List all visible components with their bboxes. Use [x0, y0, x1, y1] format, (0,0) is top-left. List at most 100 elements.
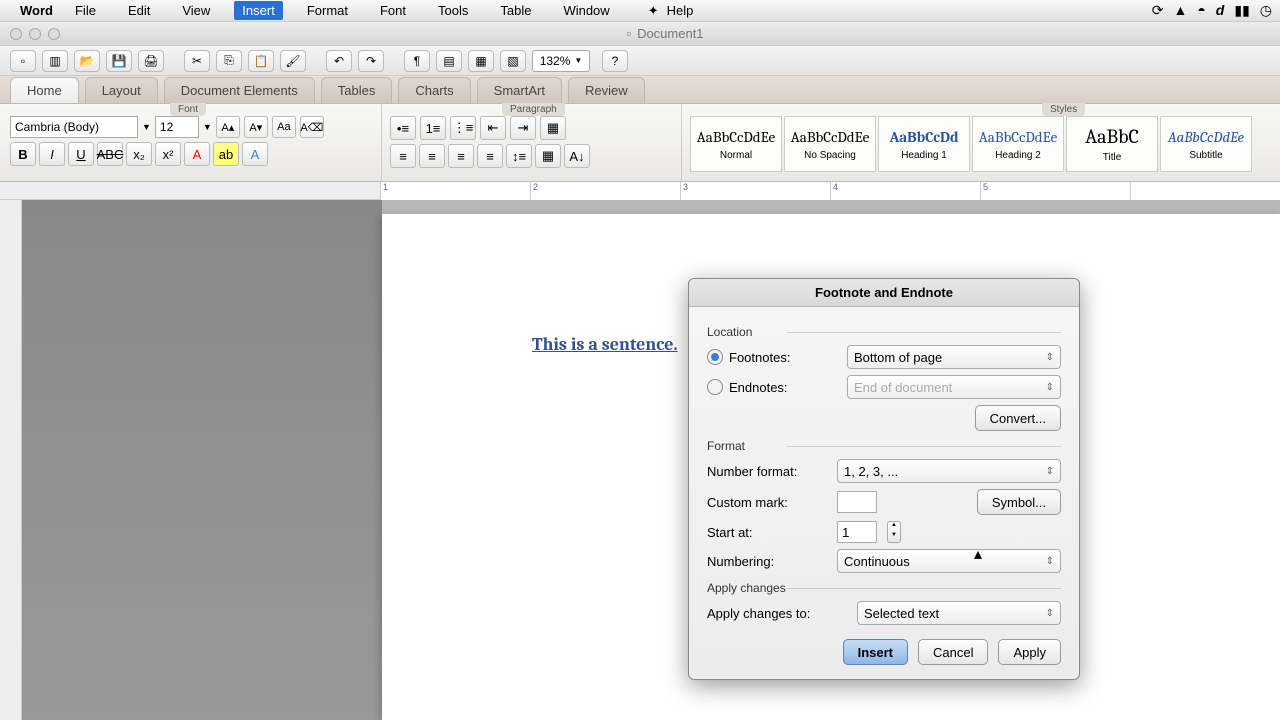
document-text[interactable]: This is a sentence.	[532, 334, 677, 355]
style-heading-1[interactable]: AaBbCcDdHeading 1	[878, 116, 970, 172]
change-case-button[interactable]: Aa	[272, 116, 296, 138]
print-button[interactable]: 🖨	[138, 50, 164, 72]
d-icon[interactable]: d	[1216, 2, 1225, 19]
subscript-button[interactable]: x₂	[126, 142, 152, 166]
save-button[interactable]: 💾	[106, 50, 132, 72]
footnotes-location-select[interactable]: Bottom of page⇕	[847, 345, 1061, 369]
borders-button[interactable]: ▦	[540, 116, 566, 140]
format-painter-button[interactable]: 🖌	[280, 50, 306, 72]
shading-button[interactable]: ▦	[535, 144, 561, 168]
tab-tables[interactable]: Tables	[321, 77, 393, 103]
sidebar-button[interactable]: ▤	[436, 50, 462, 72]
style-title[interactable]: AaBbCTitle	[1066, 116, 1158, 172]
decrease-indent-button[interactable]: ⇤	[480, 116, 506, 140]
sync-icon[interactable]: ⟳	[1152, 2, 1164, 19]
bold-button[interactable]: B	[10, 142, 36, 166]
symbol-button[interactable]: Symbol...	[977, 489, 1061, 515]
menu-window[interactable]: Window	[555, 1, 617, 20]
sort-button[interactable]: A↓	[564, 144, 590, 168]
tab-layout[interactable]: Layout	[85, 77, 158, 103]
justify-button[interactable]: ≡	[477, 144, 503, 168]
font-name-select[interactable]	[10, 116, 138, 138]
cancel-button[interactable]: Cancel	[918, 639, 988, 665]
superscript-button[interactable]: x²	[155, 142, 181, 166]
battery-icon[interactable]: ▮▮	[1234, 2, 1249, 19]
menu-file[interactable]: File	[67, 1, 104, 20]
section-format: Format	[707, 439, 1061, 453]
grow-font-button[interactable]: A▴	[216, 116, 240, 138]
endnotes-location-select[interactable]: End of document⇕	[847, 375, 1061, 399]
menu-edit[interactable]: Edit	[120, 1, 158, 20]
open-button[interactable]: 📂	[74, 50, 100, 72]
cut-button[interactable]: ✂	[184, 50, 210, 72]
convert-button[interactable]: Convert...	[975, 405, 1061, 431]
tab-charts[interactable]: Charts	[398, 77, 470, 103]
menu-insert[interactable]: Insert	[234, 1, 283, 20]
underline-button[interactable]: U	[68, 142, 94, 166]
bullets-button[interactable]: •≡	[390, 116, 416, 140]
minimize-window-button[interactable]	[29, 28, 41, 40]
font-color-button[interactable]: A	[184, 142, 210, 166]
align-right-button[interactable]: ≡	[448, 144, 474, 168]
style-heading-2[interactable]: AaBbCcDdEeHeading 2	[972, 116, 1064, 172]
copy-button[interactable]: ⎘	[216, 50, 242, 72]
start-at-input[interactable]	[837, 521, 877, 543]
style-normal[interactable]: AaBbCcDdEeNormal	[690, 116, 782, 172]
menu-help[interactable]: Help	[659, 1, 702, 20]
horizontal-ruler[interactable]: 12345	[0, 182, 1280, 200]
zoom-select[interactable]: 132%▼	[532, 50, 590, 72]
script-icon[interactable]: ✦	[648, 3, 659, 19]
apply-changes-to-select[interactable]: Selected text⇕	[857, 601, 1061, 625]
custom-mark-input[interactable]	[837, 491, 877, 513]
toolbox-button[interactable]: ▦	[468, 50, 494, 72]
number-format-select[interactable]: 1, 2, 3, ...⇕	[837, 459, 1061, 483]
zoom-window-button[interactable]	[48, 28, 60, 40]
clear-format-button[interactable]: A⌫	[300, 116, 324, 138]
tab-home[interactable]: Home	[10, 77, 79, 103]
media-button[interactable]: ▧	[500, 50, 526, 72]
style-no-spacing[interactable]: AaBbCcDdEeNo Spacing	[784, 116, 876, 172]
insert-button[interactable]: Insert	[843, 639, 908, 665]
strike-button[interactable]: ABC	[97, 142, 123, 166]
vertical-ruler[interactable]	[0, 200, 22, 720]
pilcrow-button[interactable]: ¶	[404, 50, 430, 72]
redo-button[interactable]: ↷	[358, 50, 384, 72]
menu-view[interactable]: View	[174, 1, 218, 20]
templates-button[interactable]: ▥	[42, 50, 68, 72]
endnotes-radio[interactable]	[707, 379, 723, 395]
highlight-button[interactable]: ab	[213, 142, 239, 166]
menu-tools[interactable]: Tools	[430, 1, 476, 20]
hat-icon[interactable]: ◓	[1197, 2, 1205, 19]
paragraph-group-label: Paragraph	[502, 103, 565, 116]
drive-icon[interactable]: ▲	[1173, 2, 1187, 19]
align-left-button[interactable]: ≡	[390, 144, 416, 168]
increase-indent-button[interactable]: ⇥	[510, 116, 536, 140]
multilevel-button[interactable]: ⋮≡	[450, 116, 476, 140]
new-doc-button[interactable]: ▫	[10, 50, 36, 72]
numbering-select[interactable]: Continuous⇕	[837, 549, 1061, 573]
footnotes-radio[interactable]	[707, 349, 723, 365]
line-spacing-button[interactable]: ↕≡	[506, 144, 532, 168]
shrink-font-button[interactable]: A▾	[244, 116, 268, 138]
numbering-button[interactable]: 1≡	[420, 116, 446, 140]
font-size-select[interactable]	[155, 116, 199, 138]
tab-smartart[interactable]: SmartArt	[477, 77, 562, 103]
app-name[interactable]: Word	[20, 3, 53, 18]
menu-format[interactable]: Format	[299, 1, 356, 20]
start-at-spinner[interactable]: ▲▼	[887, 521, 901, 543]
italic-button[interactable]: I	[39, 142, 65, 166]
menu-font[interactable]: Font	[372, 1, 414, 20]
footnotes-label: Footnotes:	[729, 350, 790, 365]
close-window-button[interactable]	[10, 28, 22, 40]
clock-icon[interactable]: ◷	[1260, 2, 1272, 19]
style-subtitle[interactable]: AaBbCcDdEeSubtitle	[1160, 116, 1252, 172]
undo-button[interactable]: ↶	[326, 50, 352, 72]
menu-table[interactable]: Table	[492, 1, 539, 20]
tab-review[interactable]: Review	[568, 77, 645, 103]
paste-button[interactable]: 📋	[248, 50, 274, 72]
align-center-button[interactable]: ≡	[419, 144, 445, 168]
help-button[interactable]: ?	[602, 50, 628, 72]
tab-document-elements[interactable]: Document Elements	[164, 77, 315, 103]
apply-button[interactable]: Apply	[998, 639, 1061, 665]
text-effects-button[interactable]: A	[242, 142, 268, 166]
